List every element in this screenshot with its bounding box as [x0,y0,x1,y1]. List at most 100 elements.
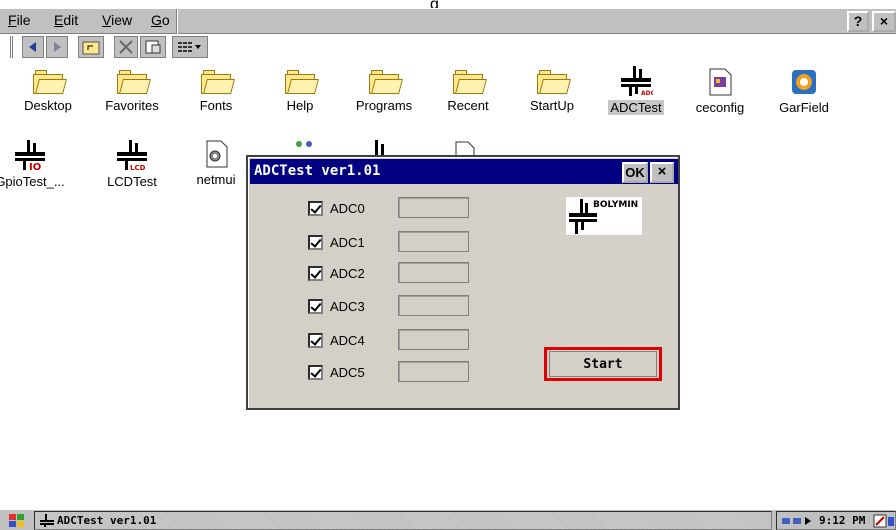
dialog-title-bar[interactable]: ADCTest ver1.01 OK × [250,159,678,184]
clock[interactable]: 9:12 PM [819,512,865,529]
window-close-button[interactable]: × [872,11,896,32]
adc3-checkbox[interactable]: ADC3 [308,297,365,315]
menu-go[interactable]: Go [151,12,170,28]
folder-icon [201,70,236,94]
checkmark-icon[interactable] [308,200,323,216]
taskbar: ADCTest ver1.01 9:12 PM [0,509,896,530]
help-button[interactable]: ? [847,11,869,32]
checkmark-icon[interactable] [308,298,323,314]
bolymin-adc-icon: ADC [621,66,653,96]
adc2-checkbox[interactable]: ADC2 [308,264,365,282]
garfield-icon [792,70,816,94]
input-panel-icon[interactable] [873,514,895,528]
checkmark-icon[interactable] [308,364,323,380]
svg-text:ADC: ADC [641,90,653,96]
icon-label: Recent [447,98,489,113]
adc1-label: ADC1 [330,234,365,250]
adc5-checkbox[interactable]: ADC5 [308,363,365,381]
forward-arrow-icon[interactable] [46,36,68,58]
toolbar-grip[interactable] [10,36,13,58]
icon-label: GpioTest_... [0,174,65,189]
view-menu-icon[interactable] [172,36,208,58]
start-button-highlight: Start [544,347,662,381]
adc2-label: ADC2 [330,265,365,281]
adctest-dialog: ADCTest ver1.01 OK × ADC0 ADC1 ADC2 ADC3… [246,155,680,410]
adc0-checkbox[interactable]: ADC0 [308,199,365,217]
adc1-value-field [398,231,469,252]
folder-icon [369,70,404,94]
icon-label: ceconfig [695,100,745,115]
icon-label: Desktop [24,98,72,113]
close-icon[interactable]: × [650,162,674,183]
menu-view[interactable]: View [102,12,132,28]
desktop-icon-recent[interactable]: Recent [426,70,510,113]
adc1-checkbox[interactable]: ADC1 [308,233,365,251]
desktop-icon-adctest[interactable]: ADC ADCTest [594,66,678,115]
adc4-value-field [398,329,469,350]
network-tray-icon[interactable] [781,514,817,528]
adc3-label: ADC3 [330,298,365,314]
adc5-value-field [398,361,469,382]
toolbar [0,34,896,62]
desktop-icon-fonts[interactable]: Fonts [174,70,258,113]
checkmark-icon[interactable] [308,234,323,250]
menu-bar: File Edit View Go ? × [0,8,896,34]
dialog-title: ADCTest ver1.01 [254,163,381,179]
properties-icon[interactable] [140,36,166,58]
folder-icon [117,70,152,94]
up-folder-icon[interactable] [78,36,104,58]
adc5-label: ADC5 [330,364,365,380]
delete-icon[interactable] [114,36,138,58]
icon-label: Favorites [105,98,159,113]
desktop-icon-desktop[interactable]: Desktop [6,70,90,113]
desktop-icon-programs[interactable]: Programs [342,70,426,113]
adc0-label: ADC0 [330,200,365,216]
icon-label: Fonts [199,98,233,113]
desktop-icon-gpiotest[interactable]: IO GpioTest_... [0,140,72,189]
back-arrow-icon[interactable] [22,36,44,58]
adc2-value-field [398,262,469,283]
adc3-value-field [398,295,469,316]
folder-icon [285,70,320,94]
icon-label: StartUp [529,98,575,113]
menu-file[interactable]: File [8,12,31,28]
start-button[interactable]: Start [549,351,657,377]
ok-button[interactable]: OK [622,162,648,183]
folder-icon [537,70,572,94]
icon-label: GarField [779,100,829,115]
desktop-icon-help[interactable]: Help [258,70,342,113]
desktop-icon-ceconfig[interactable]: ceconfig [678,68,762,115]
bolymin-logo: BOLYMIN [566,197,642,235]
network-icon [296,141,312,147]
checkmark-icon[interactable] [308,265,323,281]
gear-doc-icon [206,140,228,168]
desktop-screen: g File Edit View Go ? × Desktop Favorite… [0,0,896,530]
desktop-icon-favorites[interactable]: Favorites [90,70,174,113]
icon-label: LCDTest [107,174,157,189]
adc4-checkbox[interactable]: ADC4 [308,331,365,349]
desktop-icon-lcdtest[interactable]: LCD LCDTest [90,140,174,189]
adc4-label: ADC4 [330,332,365,348]
menu-separator [176,9,178,34]
logo-text: BOLYMIN [593,200,639,210]
bolymin-io-icon: IO [15,140,45,170]
desktop-icon-startup[interactable]: StartUp [510,70,594,113]
icon-label: Programs [355,98,413,113]
taskbar-button-label: ADCTest ver1.01 [57,514,157,527]
start-menu-icon[interactable] [8,512,28,528]
system-tray: 9:12 PM [776,511,896,530]
desktop-icon-garfield[interactable]: GarField [762,68,846,115]
menu-edit[interactable]: Edit [54,12,78,28]
svg-text:IO: IO [29,162,41,170]
icon-label: ADCTest [608,100,664,115]
icon-label: Help [286,98,314,113]
document-icon [455,141,475,156]
taskbar-button-adctest[interactable]: ADCTest ver1.01 [34,511,772,530]
folder-icon [33,70,68,94]
bolymin-small-icon [40,514,54,527]
adc0-value-field [398,197,469,218]
svg-text:LCD: LCD [130,164,146,170]
bolymin-icon [375,140,384,156]
folder-icon [453,70,488,94]
checkmark-icon[interactable] [308,332,323,348]
